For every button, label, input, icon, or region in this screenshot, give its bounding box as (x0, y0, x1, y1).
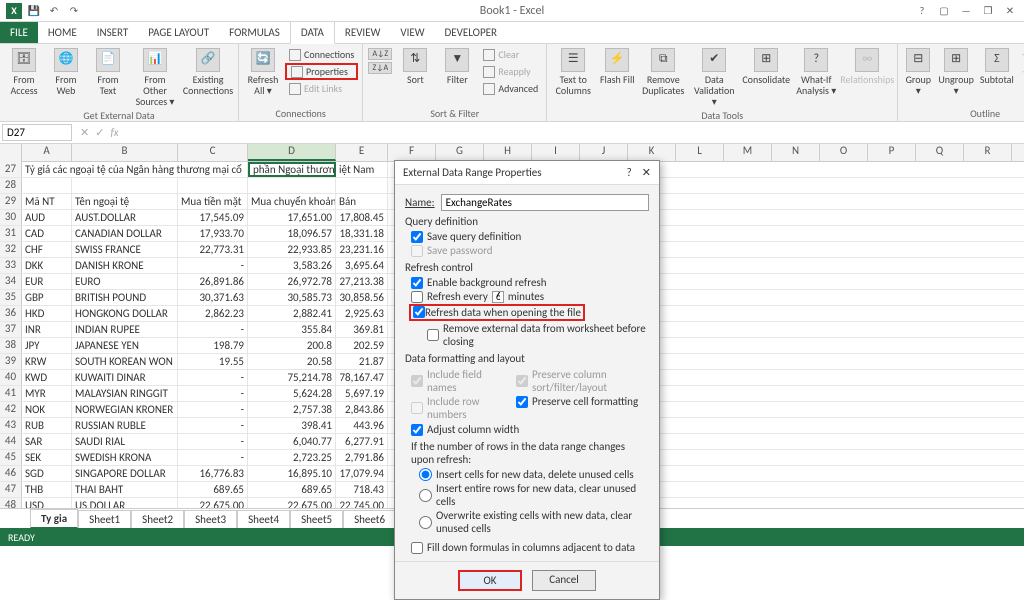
include-row-checkbox (411, 402, 423, 414)
include-field-checkbox (411, 375, 423, 387)
sheet-tab[interactable]: Ty gia (30, 509, 78, 529)
ribbon-options-icon[interactable]: ▢ (936, 3, 952, 19)
insert-cells-radio[interactable] (419, 468, 432, 481)
minutes-input[interactable] (492, 291, 504, 303)
name-box[interactable] (2, 124, 72, 141)
fx-icon[interactable]: fx (110, 126, 118, 139)
tab-file[interactable]: FILE (0, 22, 38, 43)
show-detail-button: +Show Detail (1018, 46, 1024, 63)
from-text-button[interactable]: 📄From Text (88, 46, 128, 98)
ribbon-tabs: FILE HOME INSERT PAGE LAYOUT FORMULAS DA… (0, 22, 1024, 44)
cancel-fx-icon[interactable]: ✕ (80, 126, 89, 139)
tab-home[interactable]: HOME (38, 22, 87, 43)
sheet-tab[interactable]: Sheet1 (78, 510, 131, 528)
ok-button[interactable]: OK (458, 570, 522, 591)
sort-button[interactable]: ⇅Sort (395, 46, 435, 87)
filter-button[interactable]: ▼Filter (437, 46, 477, 87)
tab-developer[interactable]: DEVELOPER (435, 22, 507, 43)
existing-conn-button[interactable]: 🔗Existing Connections (182, 46, 234, 98)
subtotal-button[interactable]: ΣSubtotal (978, 46, 1016, 87)
hide-detail-button: −Hide Detail (1018, 63, 1024, 80)
reapply-button[interactable]: Reapply (479, 63, 542, 80)
tab-insert[interactable]: INSERT (87, 22, 139, 43)
adjust-width-checkbox[interactable] (411, 424, 423, 436)
advanced-button[interactable]: Advanced (479, 80, 542, 97)
dialog-title: External Data Range Properties (403, 166, 542, 179)
name-label: Name: (405, 196, 435, 209)
group-label-datatools: Data Tools (551, 109, 893, 123)
tab-pagelayout[interactable]: PAGE LAYOUT (138, 22, 219, 43)
save-password-checkbox (411, 245, 423, 257)
enter-fx-icon[interactable]: ✓ (95, 126, 104, 139)
refresh-all-button[interactable]: 🔄Refresh All ▾ (243, 46, 283, 98)
save-icon[interactable]: 💾 (26, 3, 42, 19)
close-icon[interactable]: ✕ (1002, 3, 1018, 19)
undo-icon[interactable]: ↶ (46, 3, 62, 19)
sheet-tab[interactable]: Sheet6 (343, 510, 396, 528)
tab-data[interactable]: DATA (290, 21, 335, 44)
refresh-control-section: Refresh control (405, 261, 649, 274)
flash-fill-button[interactable]: ⚡Flash Fill (597, 46, 637, 87)
properties-button[interactable]: Properties (285, 63, 358, 80)
dialog-help-icon[interactable]: ? (627, 166, 632, 179)
ribbon: 🗄From Access 🌐From Web 📄From Text 📊From … (0, 44, 1024, 122)
tab-review[interactable]: REVIEW (335, 22, 391, 43)
ifnum-label: If the number of rows in the data range … (411, 440, 649, 466)
cancel-button[interactable]: Cancel (532, 570, 596, 591)
sheet-tab[interactable]: Sheet4 (237, 510, 290, 528)
edit-links-button[interactable]: Edit Links (285, 80, 358, 97)
save-query-checkbox[interactable] (411, 231, 423, 243)
whatif-button[interactable]: ?What-If Analysis ▾ (793, 46, 839, 98)
window-title: Book1 - Excel (0, 4, 1024, 18)
remove-dup-button[interactable]: ⧉Remove Duplicates (639, 46, 687, 98)
sheet-tab[interactable]: Sheet5 (290, 510, 343, 528)
connections-button[interactable]: Connections (285, 46, 358, 63)
preserve-cell-checkbox[interactable] (516, 396, 528, 408)
group-label-conn: Connections (243, 107, 358, 121)
group-label-external: Get External Data (4, 109, 234, 123)
from-other-button[interactable]: 📊From Other Sources ▾ (130, 46, 180, 109)
sheet-tab[interactable]: Sheet3 (184, 510, 237, 528)
sort-az-button[interactable]: A↓ZZ↓A (367, 46, 393, 78)
status-text: READY (8, 531, 35, 544)
minimize-icon[interactable]: — (958, 3, 974, 19)
tab-view[interactable]: VIEW (390, 22, 434, 43)
group-label-outline: Outline (902, 107, 1024, 121)
query-def-section: Query definition (405, 215, 649, 228)
fill-down-checkbox[interactable] (411, 542, 423, 554)
help-icon[interactable]: ? (914, 3, 930, 19)
tab-formulas[interactable]: FORMULAS (219, 22, 290, 43)
overwrite-radio[interactable] (419, 516, 432, 529)
formula-bar: ✕ ✓ fx (0, 122, 1024, 144)
insert-rows-radio[interactable] (419, 489, 432, 502)
title-bar: X 💾 ↶ ↷ Book1 - Excel ? ▢ — ❐ ✕ (0, 0, 1024, 22)
dialog-close-icon[interactable]: ✕ (642, 166, 651, 179)
sheet-tab[interactable]: Sheet2 (131, 510, 184, 528)
clear-button[interactable]: Clear (479, 46, 542, 63)
refresh-on-open-checkbox[interactable] (413, 306, 425, 318)
data-validation-button[interactable]: ✔Data Validation ▾ (689, 46, 739, 109)
maximize-icon[interactable]: ❐ (980, 3, 996, 19)
relationships-button: ∞Relationships (841, 46, 893, 87)
remove-data-checkbox[interactable] (427, 329, 439, 341)
redo-icon[interactable]: ↷ (66, 3, 82, 19)
data-format-section: Data formatting and layout (405, 352, 649, 365)
preserve-col-checkbox (516, 375, 528, 387)
excel-icon: X (6, 3, 22, 19)
external-data-properties-dialog: External Data Range Properties ?✕ Name: … (394, 160, 660, 600)
text-to-columns-button[interactable]: ☰Text to Columns (551, 46, 595, 98)
name-input[interactable] (441, 194, 649, 211)
from-access-button[interactable]: 🗄From Access (4, 46, 44, 98)
enable-bg-checkbox[interactable] (411, 277, 423, 289)
group-label-sortfilter: Sort & Filter (367, 107, 542, 121)
group-button[interactable]: ⊟Group ▾ (902, 46, 934, 98)
ungroup-button[interactable]: ⊞Ungroup ▾ (936, 46, 975, 98)
consolidate-button[interactable]: ⊞Consolidate (741, 46, 791, 87)
from-web-button[interactable]: 🌐From Web (46, 46, 86, 98)
refresh-every-checkbox[interactable] (411, 291, 423, 303)
